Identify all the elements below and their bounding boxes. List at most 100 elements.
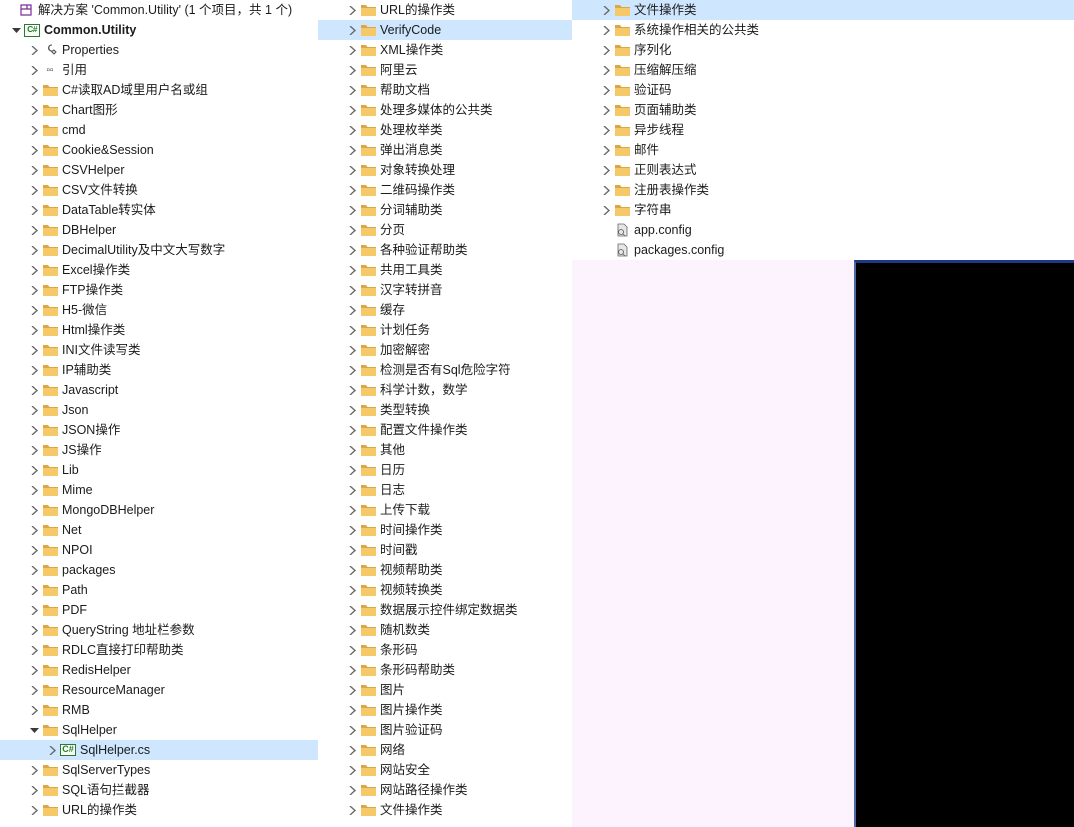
tree-node[interactable]: INI文件读写类 [0, 340, 318, 360]
expand-icon[interactable] [28, 104, 40, 116]
tree-node[interactable]: 图片验证码 [318, 720, 572, 740]
tree-node[interactable]: Path [0, 580, 318, 600]
expand-icon[interactable] [28, 84, 40, 96]
expand-icon[interactable] [28, 684, 40, 696]
expand-icon[interactable] [28, 644, 40, 656]
tree-node[interactable]: MongoDBHelper [0, 500, 318, 520]
expand-icon[interactable] [28, 184, 40, 196]
tree-node[interactable]: 随机数类 [318, 620, 572, 640]
expand-icon[interactable] [346, 664, 358, 676]
tree-node[interactable]: VerifyCode [318, 20, 572, 40]
tree-node[interactable]: 弹出消息类 [318, 140, 572, 160]
tree-node[interactable]: 加密解密 [318, 340, 572, 360]
expand-icon[interactable] [346, 4, 358, 16]
tree-node[interactable]: SQL语句拦截器 [0, 780, 318, 800]
tree-node[interactable]: 帮助文档 [318, 80, 572, 100]
expand-icon[interactable] [346, 304, 358, 316]
tree-node[interactable]: 字符串 [572, 200, 1074, 220]
expand-icon[interactable] [28, 504, 40, 516]
tree-node[interactable]: packages.config [572, 240, 1074, 260]
expand-icon[interactable] [28, 564, 40, 576]
expand-icon[interactable] [28, 224, 40, 236]
expand-icon[interactable] [28, 304, 40, 316]
expand-icon[interactable] [600, 4, 612, 16]
expand-icon[interactable] [600, 84, 612, 96]
expand-icon[interactable] [346, 584, 358, 596]
tree-node[interactable]: 各种验证帮助类 [318, 240, 572, 260]
expand-icon[interactable] [28, 664, 40, 676]
expand-icon[interactable] [346, 124, 358, 136]
expand-icon[interactable] [10, 24, 22, 36]
tree-node[interactable]: PDF [0, 600, 318, 620]
tree-node[interactable]: 网站路径操作类 [318, 780, 572, 800]
tree-node[interactable]: 阿里云 [318, 60, 572, 80]
tree-node[interactable]: app.config [572, 220, 1074, 240]
tree-node[interactable]: C#读取AD域里用户名或组 [0, 80, 318, 100]
expand-icon[interactable] [28, 44, 40, 56]
expand-icon[interactable] [28, 624, 40, 636]
expand-icon[interactable] [28, 384, 40, 396]
expand-icon[interactable] [600, 184, 612, 196]
expand-icon[interactable] [346, 644, 358, 656]
expand-icon[interactable] [346, 224, 358, 236]
expand-icon[interactable] [46, 744, 58, 756]
tree-node[interactable]: ▫▫引用 [0, 60, 318, 80]
expand-icon[interactable] [28, 704, 40, 716]
expand-icon[interactable] [28, 64, 40, 76]
expand-icon[interactable] [346, 104, 358, 116]
tree-node[interactable]: 上传下载 [318, 500, 572, 520]
tree-node[interactable]: 视频帮助类 [318, 560, 572, 580]
tree-node[interactable]: 系统操作相关的公共类 [572, 20, 1074, 40]
expand-icon[interactable] [346, 504, 358, 516]
tree-node[interactable]: packages [0, 560, 318, 580]
expand-icon[interactable] [346, 324, 358, 336]
tree-node[interactable]: Javascript [0, 380, 318, 400]
tree-node[interactable]: JS操作 [0, 440, 318, 460]
tree-node[interactable]: 条形码 [318, 640, 572, 660]
expand-icon[interactable] [28, 724, 40, 736]
tree-node[interactable]: 异步线程 [572, 120, 1074, 140]
expand-icon[interactable] [346, 464, 358, 476]
tree-node[interactable]: SqlServerTypes [0, 760, 318, 780]
expand-icon[interactable] [600, 44, 612, 56]
tree-node[interactable]: 日志 [318, 480, 572, 500]
expand-icon[interactable] [28, 164, 40, 176]
tree-node[interactable]: URL的操作类 [318, 0, 572, 20]
tree-node[interactable]: 汉字转拼音 [318, 280, 572, 300]
tree-node[interactable]: 处理枚举类 [318, 120, 572, 140]
expand-icon[interactable] [600, 124, 612, 136]
tree-node[interactable]: Mime [0, 480, 318, 500]
expand-icon[interactable] [28, 324, 40, 336]
tree-node[interactable]: Json [0, 400, 318, 420]
tree-node[interactable]: RDLC直接打印帮助类 [0, 640, 318, 660]
tree-node[interactable]: 网站安全 [318, 760, 572, 780]
expand-icon[interactable] [346, 724, 358, 736]
tree-node[interactable]: 计划任务 [318, 320, 572, 340]
expand-icon[interactable] [28, 204, 40, 216]
tree-node[interactable]: 页面辅助类 [572, 100, 1074, 120]
expand-icon[interactable] [28, 124, 40, 136]
expand-icon[interactable] [346, 344, 358, 356]
tree-node[interactable]: 文件操作类 [318, 800, 572, 820]
expand-icon[interactable] [28, 284, 40, 296]
expand-icon[interactable] [346, 204, 358, 216]
expand-icon[interactable] [346, 144, 358, 156]
expand-icon[interactable] [346, 484, 358, 496]
tree-node[interactable]: QueryString 地址栏参数 [0, 620, 318, 640]
expand-icon[interactable] [346, 564, 358, 576]
expand-icon[interactable] [28, 364, 40, 376]
tree-node[interactable]: 检测是否有Sql危险字符 [318, 360, 572, 380]
expand-icon[interactable] [346, 404, 358, 416]
tree-node[interactable]: 序列化 [572, 40, 1074, 60]
tree-node[interactable]: JSON操作 [0, 420, 318, 440]
tree-node[interactable]: C#SqlHelper.cs [0, 740, 318, 760]
tree-node[interactable]: DecimalUtility及中文大写数字 [0, 240, 318, 260]
tree-node[interactable]: 时间操作类 [318, 520, 572, 540]
expand-icon[interactable] [600, 24, 612, 36]
expand-icon[interactable] [28, 524, 40, 536]
expand-icon[interactable] [600, 204, 612, 216]
tree-node[interactable]: 文件操作类 [572, 0, 1074, 20]
expand-icon[interactable] [346, 184, 358, 196]
tree-node[interactable]: Cookie&Session [0, 140, 318, 160]
tree-node[interactable]: RedisHelper [0, 660, 318, 680]
